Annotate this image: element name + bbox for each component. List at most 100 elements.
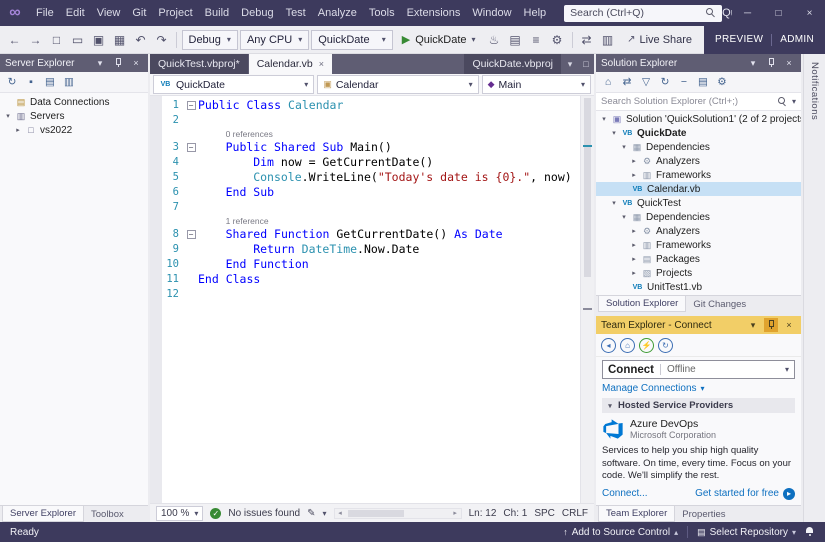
pending-changes-filter-icon[interactable]: ▽ — [638, 74, 654, 90]
solution-explorer-item-quickdate[interactable]: ▾VBQuickDate — [596, 126, 801, 140]
collapsed-icon[interactable]: ▸ — [14, 126, 22, 134]
connect-link[interactable]: Connect... — [602, 488, 648, 499]
add-to-source-control-button[interactable]: ↑ Add to Source Control ▴ — [563, 527, 678, 538]
minimize-button[interactable]: ─ — [732, 0, 763, 26]
collapsed-icon[interactable]: ▸ — [630, 227, 638, 235]
solution-explorer-item-calendar-vb[interactable]: VBCalendar.vb — [596, 182, 801, 196]
nav-back-icon[interactable]: ← — [5, 30, 24, 49]
pin-icon[interactable] — [764, 318, 778, 332]
member-dropdown[interactable]: ◆ Main ▾ — [482, 75, 591, 94]
solution-explorer-item-frameworks[interactable]: ▸▥Frameworks — [596, 168, 801, 182]
chevron-down-icon[interactable]: ▾ — [792, 97, 796, 106]
editor-horizontal-scrollbar[interactable]: ◂ ▸ — [334, 508, 462, 519]
project-dropdown[interactable]: VB QuickDate ▾ — [153, 75, 314, 94]
redo-icon[interactable]: ↷ — [152, 30, 171, 49]
menu-file[interactable]: File — [30, 0, 60, 26]
expanded-icon[interactable]: ▾ — [620, 213, 628, 221]
nav-forward-icon[interactable]: → — [26, 30, 45, 49]
float-window-icon[interactable]: □ — [578, 59, 594, 69]
solution-explorer-item-unittest1-vb[interactable]: VBUnitTest1.vb — [596, 280, 801, 294]
tool-tab-server-explorer[interactable]: Server Explorer — [2, 506, 84, 522]
close-icon[interactable]: × — [129, 56, 143, 70]
collapsed-icon[interactable]: ▸ — [630, 157, 638, 165]
scroll-left-icon[interactable]: ◂ — [335, 509, 346, 517]
command-window-icon[interactable]: ≡ — [527, 30, 546, 49]
server-explorer-item-data-connections[interactable]: ▤Data Connections — [0, 95, 148, 109]
options-icon[interactable]: ⚙ — [548, 30, 567, 49]
open-file-icon[interactable]: ▭ — [68, 30, 87, 49]
collapsed-icon[interactable]: ▸ — [630, 255, 638, 263]
expanded-icon[interactable]: ▾ — [600, 115, 608, 123]
undo-icon[interactable]: ↶ — [131, 30, 150, 49]
collapsed-icon[interactable]: ▸ — [630, 269, 638, 277]
tool-tab-properties[interactable]: Properties — [675, 506, 732, 522]
close-button[interactable]: × — [794, 0, 825, 26]
live-share-button[interactable]: ↗ Live Share — [621, 30, 698, 49]
refresh-icon[interactable]: ↻ — [657, 74, 673, 90]
collapse-region-icon[interactable]: − — [187, 230, 196, 239]
solution-explorer-item-frameworks[interactable]: ▸▥Frameworks — [596, 238, 801, 252]
save-all-icon[interactable]: ▦ — [110, 30, 129, 49]
tool-tab-team-explorer[interactable]: Team Explorer — [598, 506, 675, 522]
solution-configuration-dropdown[interactable]: Debug ▾ — [182, 30, 238, 50]
expanded-icon[interactable]: ▾ — [610, 129, 618, 137]
pin-icon[interactable] — [111, 56, 125, 70]
window-position-icon[interactable]: ▾ — [746, 56, 760, 70]
solution-explorer-item-dependencies[interactable]: ▾▦Dependencies — [596, 140, 801, 154]
menu-debug[interactable]: Debug — [235, 0, 279, 26]
document-tab-calendar-vb[interactable]: Calendar.vb× — [249, 54, 332, 74]
connections-icon[interactable]: ⚡ — [639, 338, 654, 353]
quick-search-box[interactable]: Search (Ctrl+Q) — [564, 5, 722, 22]
expanded-icon[interactable]: ▾ — [620, 143, 628, 151]
scroll-right-icon[interactable]: ▸ — [450, 509, 461, 517]
menu-analyze[interactable]: Analyze — [312, 0, 363, 26]
refresh-icon[interactable]: ↻ — [4, 74, 20, 90]
maximize-button[interactable]: □ — [763, 0, 794, 26]
type-dropdown[interactable]: ▣ Calendar ▾ — [317, 75, 478, 94]
close-icon[interactable]: × — [782, 56, 796, 70]
new-project-icon[interactable]: □ — [47, 30, 66, 49]
save-icon[interactable]: ▣ — [89, 30, 108, 49]
menu-test[interactable]: Test — [280, 0, 312, 26]
refresh-icon[interactable]: ↻ — [658, 338, 673, 353]
menu-edit[interactable]: Edit — [60, 0, 91, 26]
editor-vertical-scrollbar[interactable] — [580, 96, 594, 503]
menu-build[interactable]: Build — [199, 0, 235, 26]
menu-help[interactable]: Help — [518, 0, 553, 26]
solution-explorer-item-analyzers[interactable]: ▸⚙Analyzers — [596, 154, 801, 168]
navigate-back-icon[interactable]: ◂ — [601, 338, 616, 353]
solution-platform-dropdown[interactable]: Any CPU ▾ — [240, 30, 309, 50]
live-unit-testing-icon[interactable]: ▤ — [506, 30, 525, 49]
collapse-region-icon[interactable]: − — [187, 143, 196, 152]
tool-tab-git-changes[interactable]: Git Changes — [686, 296, 753, 312]
notifications-tab[interactable]: Notifications — [809, 62, 820, 120]
manage-connections-link[interactable]: Manage Connections ▾ — [602, 383, 795, 394]
menu-view[interactable]: View — [91, 0, 127, 26]
scrollbar-thumb[interactable] — [584, 98, 591, 277]
tool-tab-solution-explorer[interactable]: Solution Explorer — [598, 296, 686, 312]
collapsed-icon[interactable]: ▸ — [630, 171, 638, 179]
active-files-list-icon[interactable]: ▾ — [562, 59, 578, 70]
show-all-files-icon[interactable]: ▤ — [695, 74, 711, 90]
document-tab-quicktest-vbproj[interactable]: QuickTest.vbproj* — [150, 54, 248, 74]
line-ending-indicator[interactable]: CRLF — [562, 508, 588, 519]
server-explorer-item-servers[interactable]: ▾▥Servers — [0, 109, 148, 123]
get-started-link[interactable]: Get started for free ▸ — [695, 488, 795, 500]
zoom-dropdown[interactable]: 100 % ▾ — [156, 506, 203, 521]
task-list-icon[interactable]: ▥ — [598, 30, 617, 49]
stop-refresh-icon[interactable]: ▪ — [23, 74, 39, 90]
close-tab-icon[interactable]: × — [319, 59, 324, 69]
spaces-indicator[interactable]: SPC — [534, 508, 555, 519]
intellicode-pencil-icon[interactable]: ✎ — [307, 508, 315, 519]
connect-to-server-icon[interactable]: ▥ — [61, 74, 77, 90]
hot-reload-icon[interactable]: ♨ — [485, 30, 504, 49]
hosted-service-providers-section[interactable]: ▾ Hosted Service Providers — [602, 398, 795, 413]
close-icon[interactable]: × — [782, 318, 796, 332]
compare-files-icon[interactable]: ⇄ — [577, 30, 596, 49]
pin-icon[interactable] — [764, 56, 778, 70]
solution-explorer-item-analyzers[interactable]: ▸⚙Analyzers — [596, 224, 801, 238]
solution-explorer-search-box[interactable]: Search Solution Explorer (Ctrl+;) ▾ — [596, 93, 801, 111]
document-tab-quickdate-vbproj[interactable]: QuickDate.vbproj — [464, 54, 561, 74]
menu-tools[interactable]: Tools — [363, 0, 401, 26]
menu-window[interactable]: Window — [466, 0, 517, 26]
